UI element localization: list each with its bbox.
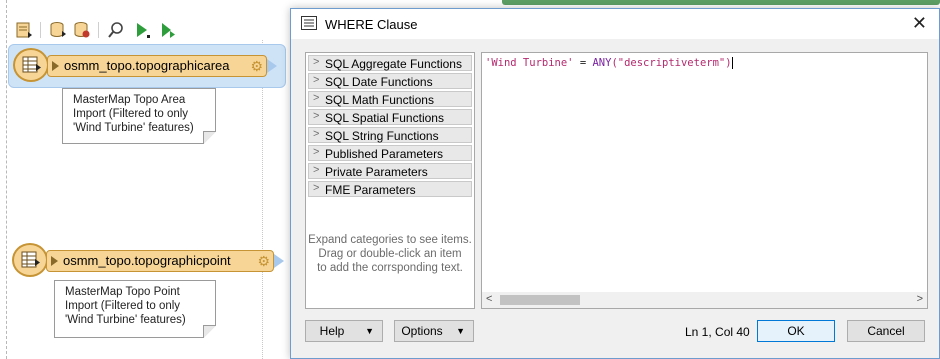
category-hint: Expand categories to see items. Drag or …	[306, 233, 474, 275]
chevron-right-icon: >	[313, 164, 320, 176]
inspect-icon[interactable]	[106, 20, 126, 40]
hint-line: to add the corrsponding text.	[317, 262, 463, 274]
chevron-right-icon: >	[313, 110, 320, 122]
category-private-parameters[interactable]: > Private Parameters	[308, 163, 472, 179]
canvas-toolbar	[0, 14, 290, 44]
reader-table-icon	[12, 243, 48, 277]
ok-button[interactable]: OK	[757, 320, 835, 342]
note-line: 'Wind Turbine' features)	[65, 314, 186, 326]
string-literal: 'Wind Turbine'	[485, 57, 574, 69]
annotation-note[interactable]: MasterMap Topo Point Import (Filtered to…	[54, 280, 216, 338]
category-label: SQL String Functions	[325, 129, 439, 143]
database-icon[interactable]	[48, 20, 68, 40]
category-sql-aggregate[interactable]: > SQL Aggregate Functions	[308, 55, 472, 71]
output-port[interactable]	[267, 59, 277, 73]
horizontal-scrollbar[interactable]: < >	[482, 292, 927, 308]
options-button[interactable]: Options ▼	[394, 320, 474, 342]
function-name: ANY	[592, 57, 612, 69]
expression-text[interactable]: 'Wind Turbine' = ANY("descriptiveterm")	[485, 57, 733, 69]
cancel-button[interactable]: Cancel	[847, 320, 925, 342]
dialog-list-icon	[301, 16, 317, 30]
gear-icon[interactable]: ⚙	[257, 253, 270, 270]
note-fold	[203, 325, 216, 338]
category-sql-string[interactable]: > SQL String Functions	[308, 127, 472, 143]
expand-triangle-icon[interactable]	[51, 256, 58, 266]
category-label: SQL Spatial Functions	[325, 111, 444, 125]
add-reader-icon[interactable]	[14, 20, 34, 40]
options-label: Options	[401, 324, 443, 338]
note-line: Import (Filtered to only	[65, 300, 181, 312]
category-label: FME Parameters	[325, 183, 416, 197]
dropdown-arrow-icon: ▼	[456, 326, 465, 336]
category-label: Private Parameters	[325, 165, 428, 179]
toolbar-separator	[40, 22, 41, 38]
chevron-right-icon: >	[313, 146, 320, 158]
expression-editor[interactable]: 'Wind Turbine' = ANY("descriptiveterm") …	[481, 52, 928, 309]
where-clause-dialog: WHERE Clause ✕ > SQL Aggregate Functions…	[290, 8, 940, 359]
help-button[interactable]: Help ▼	[305, 320, 383, 342]
canvas-guide-line	[6, 0, 7, 359]
category-published-parameters[interactable]: > Published Parameters	[308, 145, 472, 161]
help-label: Help	[319, 324, 345, 338]
close-icon[interactable]: ✕	[912, 13, 927, 34]
note-line: MasterMap Topo Area	[73, 94, 186, 106]
dropdown-arrow-icon: ▼	[365, 326, 374, 336]
expand-triangle-icon[interactable]	[52, 61, 59, 71]
reader-bar[interactable]: osmm_topo.topographicarea ⚙	[47, 55, 267, 77]
reader-topographicpoint[interactable]: osmm_topo.topographicpoint ⚙	[8, 240, 284, 282]
scroll-left-icon[interactable]: <	[486, 293, 492, 305]
hint-line: Expand categories to see items.	[308, 234, 472, 246]
note-line: Import (Filtered to only	[73, 108, 189, 120]
function-argument: ("descriptiveterm")	[611, 57, 732, 69]
scroll-right-icon[interactable]: >	[917, 293, 923, 305]
dialog-title: WHERE Clause	[325, 17, 418, 32]
category-fme-parameters[interactable]: > FME Parameters	[308, 181, 472, 197]
chevron-right-icon: >	[313, 92, 320, 104]
note-line: MasterMap Topo Point	[65, 286, 180, 298]
category-label: Published Parameters	[325, 147, 444, 161]
run-partial-icon[interactable]	[158, 20, 178, 40]
reader-label: osmm_topo.topographicpoint	[63, 253, 231, 268]
category-sql-math[interactable]: > SQL Math Functions	[308, 91, 472, 107]
text-caret	[731, 57, 733, 69]
reader-label: osmm_topo.topographicarea	[64, 58, 230, 73]
database-settings-icon[interactable]	[72, 20, 92, 40]
output-port[interactable]	[274, 254, 284, 268]
category-sql-spatial[interactable]: > SQL Spatial Functions	[308, 109, 472, 125]
note-fold	[203, 131, 216, 144]
reader-topographicarea[interactable]: osmm_topo.topographicarea ⚙	[8, 44, 286, 88]
note-line: 'Wind Turbine' features)	[73, 122, 194, 134]
hint-line: Drag or double-click an item	[318, 248, 462, 260]
scrollbar-thumb[interactable]	[500, 295, 580, 305]
category-panel: > SQL Aggregate Functions > SQL Date Fun…	[305, 52, 475, 309]
cursor-position: Ln 1, Col 40	[685, 325, 750, 339]
reader-bar[interactable]: osmm_topo.topographicpoint ⚙	[46, 250, 274, 272]
reader-table-icon	[13, 48, 49, 82]
chevron-right-icon: >	[313, 182, 320, 194]
chevron-right-icon: >	[313, 56, 320, 68]
category-label: SQL Aggregate Functions	[325, 57, 462, 71]
category-label: SQL Math Functions	[325, 93, 434, 107]
gear-icon[interactable]: ⚙	[250, 58, 263, 75]
chevron-right-icon: >	[313, 128, 320, 140]
run-icon[interactable]	[132, 20, 152, 40]
category-label: SQL Date Functions	[325, 75, 433, 89]
operator: =	[573, 57, 593, 69]
dialog-titlebar[interactable]: WHERE Clause ✕	[291, 9, 939, 39]
toolbar-separator	[98, 22, 99, 38]
chevron-right-icon: >	[313, 74, 320, 86]
category-sql-date[interactable]: > SQL Date Functions	[308, 73, 472, 89]
annotation-note[interactable]: MasterMap Topo Area Import (Filtered to …	[62, 88, 216, 144]
background-window-strip	[502, 0, 940, 5]
